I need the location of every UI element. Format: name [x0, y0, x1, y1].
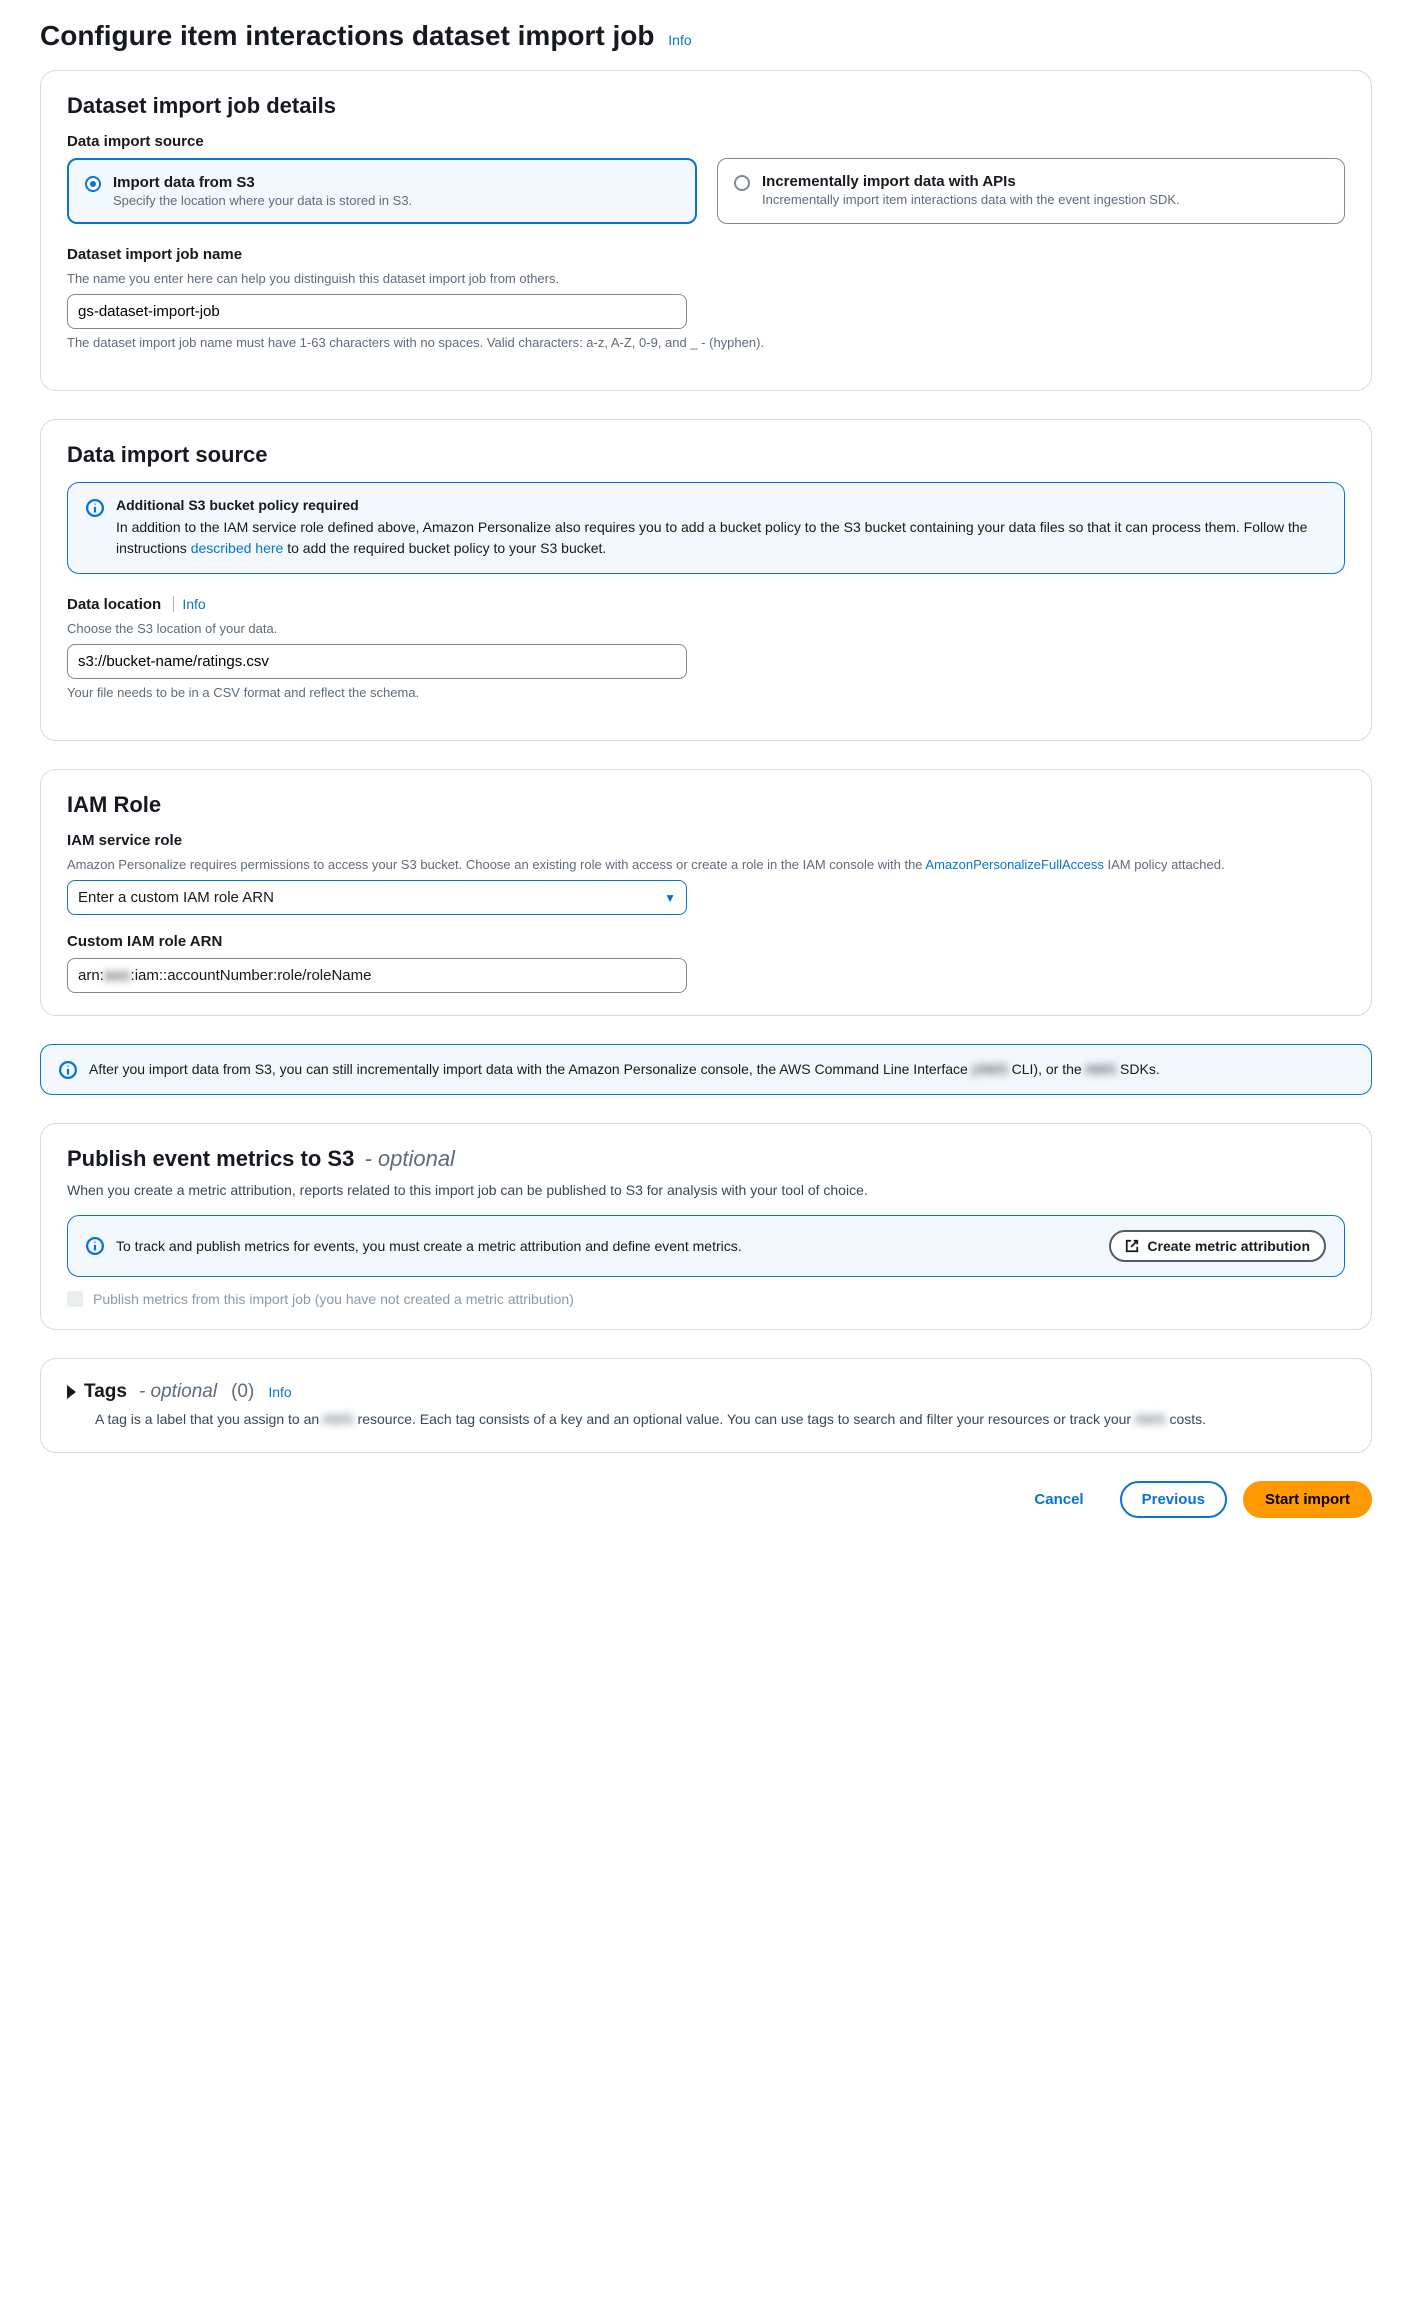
data-location-info-link[interactable]: Info [173, 596, 205, 612]
bucket-policy-alert-body: In addition to the IAM service role defi… [116, 517, 1326, 559]
caret-right-icon [67, 1385, 76, 1399]
tags-desc-b: resource. Each tag consists of a key and… [354, 1411, 1135, 1427]
panel-data-import-source: Data import source Additional S3 bucket … [40, 419, 1372, 741]
publish-metrics-checkbox [67, 1291, 83, 1307]
import-from-s3-desc: Specify the location where your data is … [113, 193, 412, 208]
tags-desc-a: A tag is a label that you assign to an [95, 1411, 322, 1427]
radio-icon [85, 176, 101, 192]
arn-suffix: :iam::accountNumber:role/roleName [131, 967, 372, 984]
data-location-constraint: Your file needs to be in a CSV format an… [67, 685, 1345, 700]
bucket-policy-alert: Additional S3 bucket policy required In … [67, 482, 1345, 574]
publish-metrics-checkbox-row: Publish metrics from this import job (yo… [67, 1291, 1345, 1307]
job-name-label: Dataset import job name [67, 246, 1345, 263]
tags-desc-blur-2: AWS [1134, 1411, 1165, 1427]
import-with-apis-title: Incrementally import data with APIs [762, 173, 1180, 190]
chevron-down-icon: ▼ [664, 891, 676, 905]
custom-arn-input[interactable]: arn:aws:iam::accountNumber:role/roleName [67, 958, 687, 993]
info-icon [59, 1061, 77, 1079]
personalize-full-access-link[interactable]: AmazonPersonalizeFullAccess [925, 857, 1103, 872]
data-location-input[interactable] [67, 644, 687, 679]
inc-text-b-blur: (AWS [972, 1061, 1008, 1077]
page-title-text: Configure item interactions dataset impo… [40, 20, 655, 51]
panel-job-details: Dataset import job details Data import s… [40, 70, 1372, 391]
iam-role-panel-title: IAM Role [67, 792, 1345, 818]
iam-service-role-hint: Amazon Personalize requires permissions … [67, 857, 1345, 872]
tags-title: Tags [84, 1381, 127, 1403]
publish-metrics-checkbox-label: Publish metrics from this import job (yo… [93, 1291, 574, 1307]
iam-service-role-label: IAM service role [67, 832, 1345, 849]
incremental-import-alert: After you import data from S3, you can s… [40, 1044, 1372, 1095]
publish-metrics-title: Publish event metrics to S3 - optional [67, 1146, 1345, 1172]
metrics-title-text: Publish event metrics to S3 [67, 1146, 354, 1171]
job-details-title: Dataset import job details [67, 93, 1345, 119]
import-from-s3-title: Import data from S3 [113, 174, 412, 191]
inc-text-c: CLI), or the [1008, 1061, 1085, 1077]
info-icon [86, 499, 104, 517]
data-import-source-panel-title: Data import source [67, 442, 1345, 468]
job-name-hint: The name you enter here can help you dis… [67, 271, 1345, 286]
incremental-import-alert-body: After you import data from S3, you can s… [89, 1059, 1160, 1080]
radio-icon [734, 175, 750, 191]
arn-blur: aws [104, 967, 131, 984]
tags-desc: A tag is a label that you assign to an A… [95, 1409, 1345, 1430]
data-import-source-label: Data import source [67, 133, 1345, 150]
alert-text-b: to add the required bucket policy to you… [283, 540, 606, 556]
job-name-constraint: The dataset import job name must have 1-… [67, 335, 1345, 350]
iam-hint-a: Amazon Personalize requires permissions … [67, 857, 925, 872]
data-location-hint: Choose the S3 location of your data. [67, 621, 1345, 636]
previous-button[interactable]: Previous [1120, 1481, 1227, 1518]
job-name-input[interactable] [67, 294, 687, 329]
metrics-optional-suffix: - optional [364, 1146, 455, 1171]
iam-service-role-field: IAM service role Amazon Personalize requ… [67, 832, 1345, 915]
import-from-s3-option[interactable]: Import data from S3 Specify the location… [67, 158, 697, 224]
inc-text-e: SDKs. [1116, 1061, 1160, 1077]
create-metric-attribution-label: Create metric attribution [1147, 1238, 1310, 1254]
import-source-options: Import data from S3 Specify the location… [67, 158, 1345, 224]
panel-iam-role: IAM Role IAM service role Amazon Persona… [40, 769, 1372, 1016]
panel-publish-metrics: Publish event metrics to S3 - optional W… [40, 1123, 1372, 1330]
iam-hint-b: IAM policy attached. [1104, 857, 1225, 872]
page-title: Configure item interactions dataset impo… [40, 20, 1372, 52]
external-link-icon [1125, 1239, 1139, 1253]
tags-desc-c: costs. [1166, 1411, 1206, 1427]
metric-attribution-alert: To track and publish metrics for events,… [67, 1215, 1345, 1277]
custom-arn-field: Custom IAM role ARN arn:aws:iam::account… [67, 933, 1345, 993]
data-location-label: Data location Info [67, 596, 1345, 613]
tags-optional-suffix: - optional [139, 1381, 217, 1403]
metric-attribution-alert-text: To track and publish metrics for events,… [116, 1236, 1097, 1257]
tags-info-link[interactable]: Info [268, 1384, 291, 1400]
panel-tags: Tags - optional (0) Info A tag is a labe… [40, 1358, 1372, 1453]
inc-text-d-blur: AWS [1085, 1061, 1116, 1077]
tags-desc-blur-1: AWS [322, 1411, 353, 1427]
cancel-button[interactable]: Cancel [1014, 1483, 1103, 1516]
start-import-button[interactable]: Start import [1243, 1481, 1372, 1518]
publish-metrics-desc: When you create a metric attribution, re… [67, 1180, 1345, 1201]
tags-expander[interactable]: Tags - optional (0) Info [67, 1381, 1345, 1403]
create-metric-attribution-button[interactable]: Create metric attribution [1109, 1230, 1326, 1262]
import-with-apis-option[interactable]: Incrementally import data with APIs Incr… [717, 158, 1345, 224]
iam-role-select[interactable]: Enter a custom IAM role ARN ▼ [67, 880, 687, 915]
iam-role-select-value: Enter a custom IAM role ARN [78, 889, 274, 906]
page-info-link[interactable]: Info [668, 32, 691, 48]
data-location-field: Data location Info Choose the S3 locatio… [67, 596, 1345, 700]
tags-count: (0) [231, 1381, 254, 1403]
info-icon [86, 1237, 104, 1255]
job-name-field: Dataset import job name The name you ent… [67, 246, 1345, 350]
described-here-link[interactable]: described here [191, 540, 284, 556]
footer-actions: Cancel Previous Start import [40, 1481, 1372, 1518]
custom-arn-label: Custom IAM role ARN [67, 933, 1345, 950]
data-location-label-text: Data location [67, 596, 161, 613]
arn-prefix: arn: [78, 967, 104, 984]
import-with-apis-desc: Incrementally import item interactions d… [762, 192, 1180, 207]
bucket-policy-alert-title: Additional S3 bucket policy required [116, 497, 1326, 513]
inc-text-a: After you import data from S3, you can s… [89, 1061, 972, 1077]
